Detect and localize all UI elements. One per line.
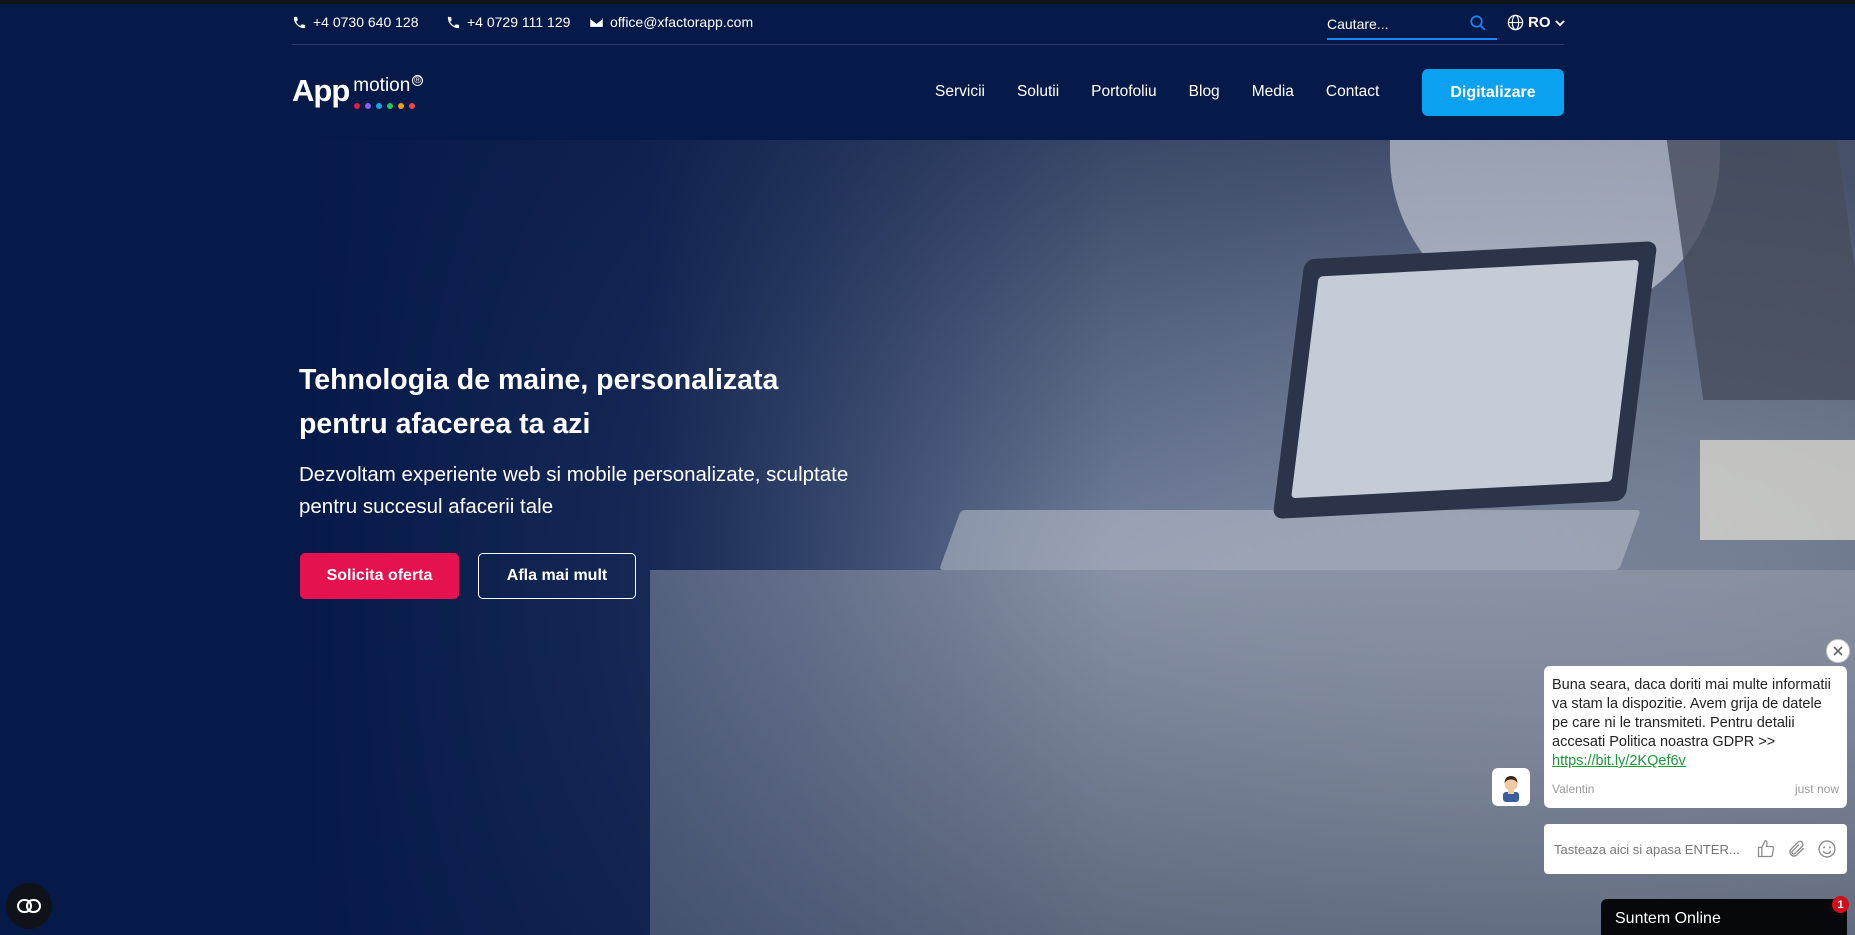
chat-message: Buna seara, daca doriti mai multe inform… [1552,676,1839,771]
request-offer-button[interactable]: Solicita oferta [300,553,459,599]
logo-registered-mark: ® [412,75,424,86]
envelope-icon [590,17,603,27]
nav-contact[interactable]: Contact [1326,83,1379,101]
chat-agent-name: Valentin [1552,782,1595,796]
cookie-consent-icon [17,899,41,913]
phone-link-1[interactable]: +4 0730 640 128 [292,14,419,30]
learn-more-button[interactable]: Afla mai mult [478,553,636,599]
email-link[interactable]: office@xfactorapp.com [589,14,753,30]
nav-media[interactable]: Media [1252,83,1294,101]
cookie-consent-button[interactable] [6,883,52,929]
digitalizare-button[interactable]: Digitalizare [1422,69,1564,116]
photo-laptop-screen-shape [1272,241,1658,519]
logo-dot [365,103,371,109]
chat-input-area [1544,824,1847,874]
logo-dot [398,103,404,109]
logo-dot [354,103,360,109]
chat-message-input[interactable] [1552,838,1756,860]
globe-icon [1507,14,1524,31]
chat-online-label: Suntem Online [1615,910,1721,927]
logo-dots [354,103,415,109]
chevron-down-icon [1554,19,1565,26]
phone-number-2: +4 0729 111 129 [467,14,571,30]
nav-solutii[interactable]: Solutii [1017,83,1059,101]
chat-unread-badge: 1 [1832,896,1849,913]
main-nav: Servicii Solutii Portofoliu Blog Media C… [935,83,1411,101]
main-header: App motion ® Servicii Solutii Portofoliu… [292,45,1564,140]
phone-number-1: +4 0730 640 128 [313,14,419,30]
chat-agent-avatar [1492,768,1530,806]
photo-laptop-display [1291,259,1640,499]
agent-avatar-icon [1503,776,1519,802]
utility-bar: +4 0730 640 128 +4 0729 111 129 office@x… [292,4,1565,45]
search-icon[interactable] [1469,14,1487,32]
language-code: RO [1528,14,1551,31]
chat-close-button[interactable] [1826,639,1850,663]
email-address: office@xfactorapp.com [610,14,754,30]
hero-background-photo [0,140,1855,935]
chat-message-text: Buna seara, daca doriti mai multe inform… [1552,677,1831,750]
chat-timestamp: just now [1794,782,1839,796]
logo-sub-text: motion [353,75,411,96]
paperclip-icon[interactable] [1787,839,1807,859]
logo-dot [409,103,415,109]
chat-message-bubble: Buna seara, daca doriti mai multe inform… [1544,666,1847,808]
smiley-icon[interactable] [1817,839,1837,859]
phone-icon [447,16,460,28]
nav-blog[interactable]: Blog [1189,83,1220,101]
photo-laptop-base-shape [939,510,1641,570]
nav-portofoliu[interactable]: Portofoliu [1091,83,1156,101]
language-selector[interactable]: RO [1507,14,1565,31]
photo-monitor-shape [1666,140,1855,400]
search-input[interactable] [1327,12,1457,36]
logo-main-text: App [292,73,350,108]
chat-online-tab[interactable]: Suntem Online [1601,899,1847,935]
phone-link-2[interactable]: +4 0729 111 129 [446,14,570,30]
hero-title: Tehnologia de maine, personalizata pentr… [299,364,779,440]
search-box [1327,12,1497,40]
nav-servicii[interactable]: Servicii [935,83,985,101]
hero-section [0,140,1855,935]
chat-gdpr-link[interactable]: https://bit.ly/2KQef6v [1552,753,1686,769]
hero-subtitle: Dezvoltam experiente web si mobile perso… [299,463,849,518]
phone-icon [293,16,306,28]
chat-message-meta: Valentin just now [1552,782,1839,796]
logo-dot [387,103,393,109]
photo-books-shape [1700,440,1855,540]
close-icon [1833,646,1843,656]
thumbs-up-icon[interactable] [1756,839,1776,859]
logo-dot [376,103,382,109]
logo[interactable]: App motion ® [292,73,424,111]
